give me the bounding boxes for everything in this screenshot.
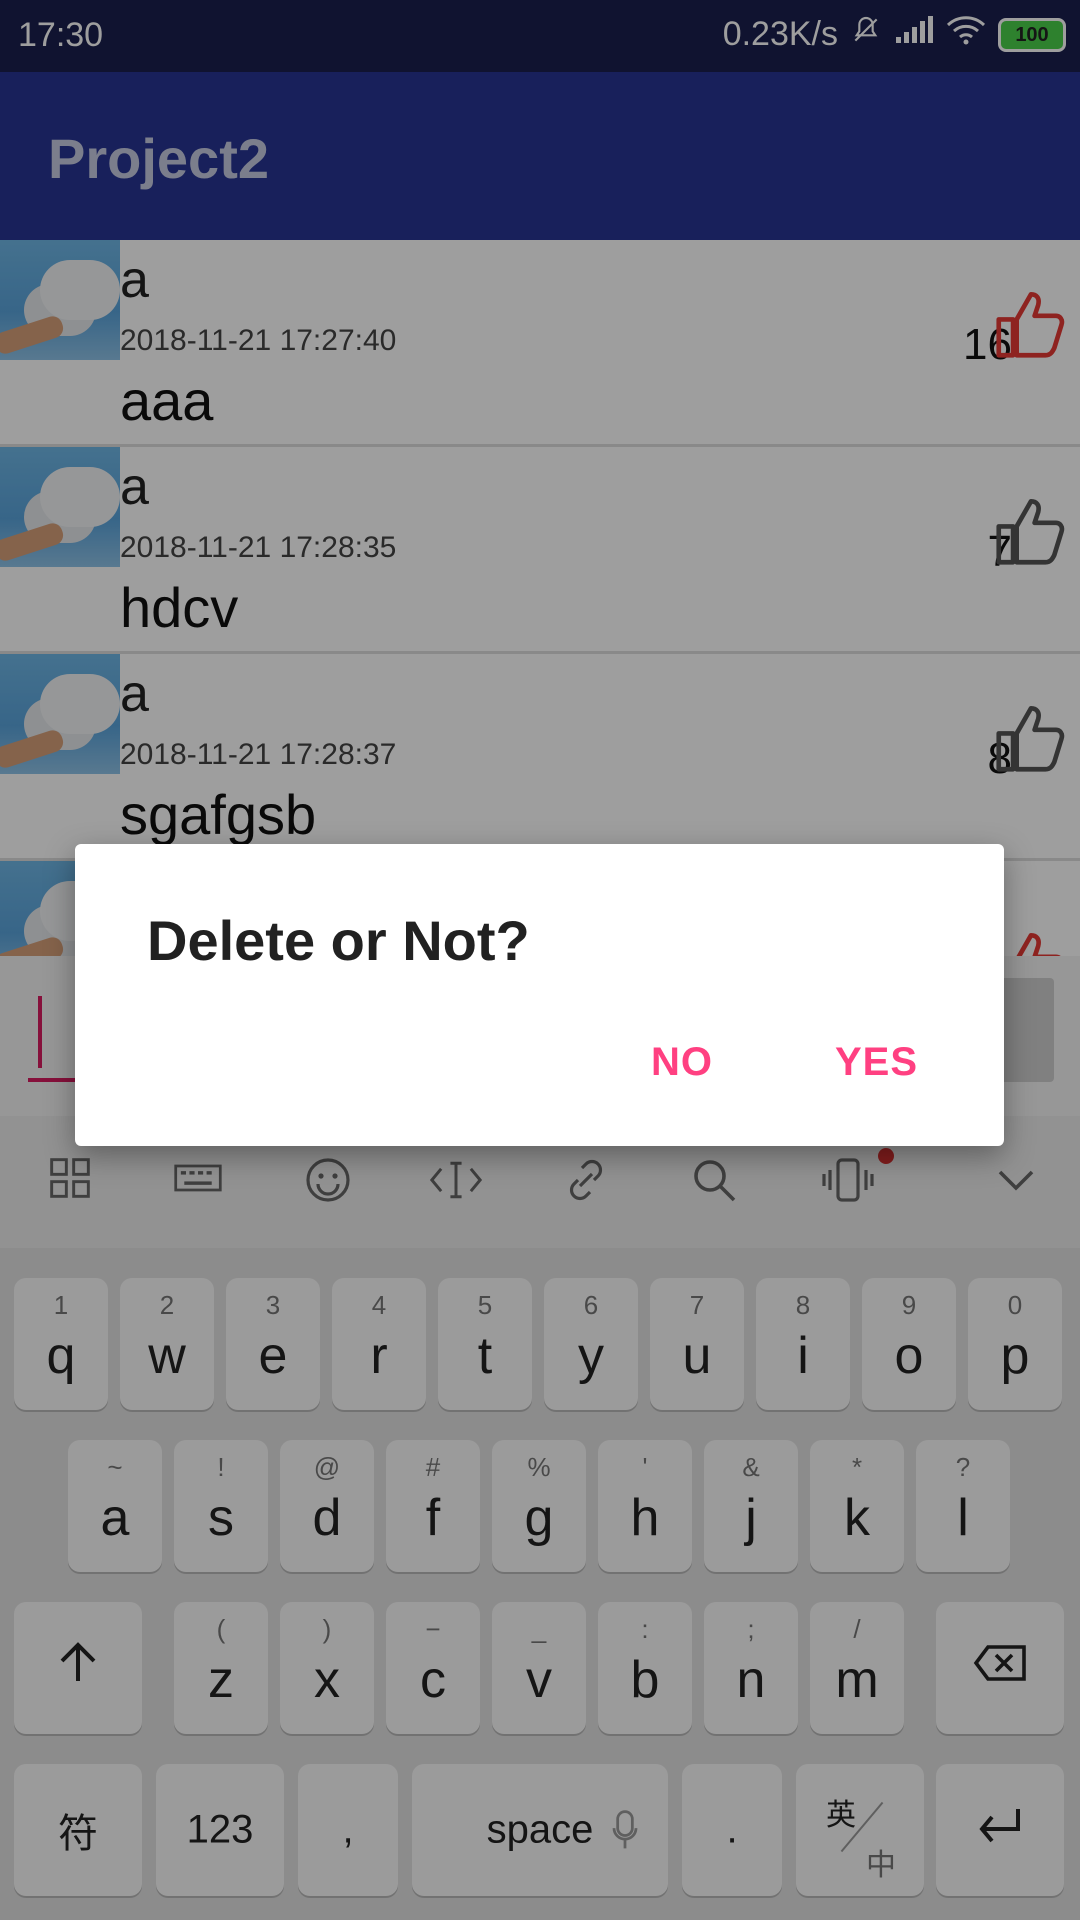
confirm-delete-dialog: Delete or Not? NO YES: [75, 844, 1004, 1146]
dialog-title: Delete or Not?: [147, 909, 530, 972]
no-button[interactable]: NO: [651, 1040, 713, 1085]
yes-button[interactable]: YES: [835, 1040, 918, 1085]
